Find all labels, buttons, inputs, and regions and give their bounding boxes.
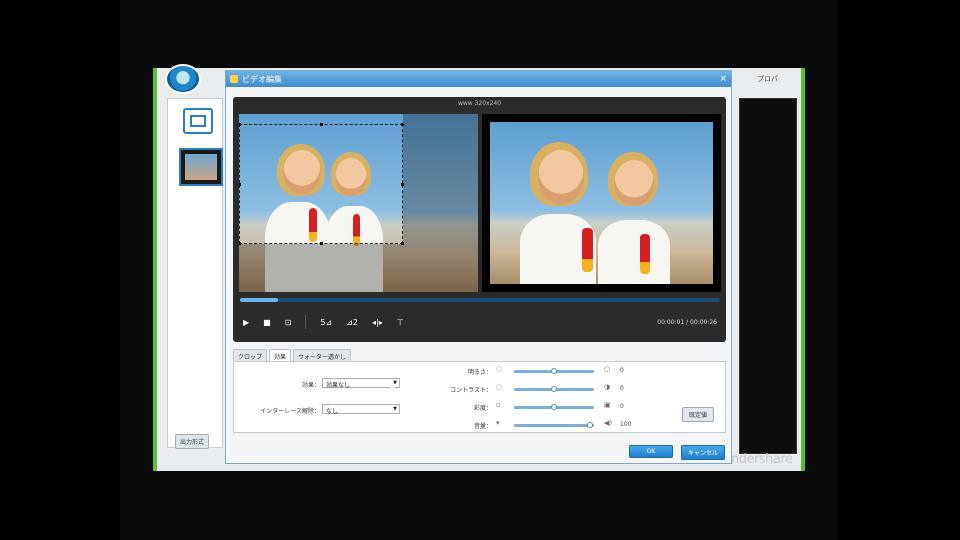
chevron-down-icon: ▼ xyxy=(393,406,397,412)
volume-label: 音量： xyxy=(473,423,492,430)
volume-value: 100 xyxy=(620,421,632,428)
default-button[interactable]: 既定値 xyxy=(682,407,715,422)
volume-slider[interactable] xyxy=(514,422,594,428)
separator xyxy=(305,315,307,329)
slider-handle[interactable] xyxy=(551,404,557,410)
slider-handle[interactable] xyxy=(551,368,557,374)
effect-label: 効果： xyxy=(301,382,320,389)
properties-tab[interactable]: プロパ xyxy=(757,74,778,84)
dialog-title: ビデオ編集 xyxy=(242,74,282,84)
saturation-low-icon: ▫ xyxy=(496,401,501,409)
output-preview xyxy=(482,114,721,292)
time-display: 00:00:01 / 00:00:26 xyxy=(657,318,717,326)
deinterlace-label: インターレース解除： xyxy=(260,408,320,415)
saturation-value: 0 xyxy=(620,403,624,410)
time-current: 00:00:01 xyxy=(657,318,685,326)
stop-icon[interactable]: ■ xyxy=(263,318,271,327)
playback-controls: ▶ ■ ⊡ 5⊿ ⊿2 ◂|▸ ⊤ 00:00:01 / 00:00:26 xyxy=(243,311,717,333)
time-total: 00:00:26 xyxy=(690,318,717,326)
contrast-low-icon: ◌ xyxy=(496,383,503,391)
effect-select-value: 効果なし xyxy=(326,382,351,389)
dialog-app-icon xyxy=(230,75,238,83)
rotate-left-icon[interactable]: 5⊿ xyxy=(320,318,332,327)
brightness-low-icon: ◌ xyxy=(496,365,503,373)
ok-button[interactable]: OK xyxy=(629,445,673,458)
close-icon[interactable]: × xyxy=(719,74,727,84)
video-thumbnail[interactable] xyxy=(179,148,223,186)
saturation-label: 彩度： xyxy=(473,405,492,412)
contrast-value: 0 xyxy=(620,385,624,392)
cancel-button[interactable]: キャンセル xyxy=(681,445,725,460)
volume-low-icon: ▾ xyxy=(496,419,500,427)
seek-bar[interactable] xyxy=(240,298,720,302)
brightness-high-icon: ○ xyxy=(604,365,611,373)
brightness-value: 0 xyxy=(620,367,624,374)
flip-vertical-icon[interactable]: ⊤ xyxy=(397,318,404,327)
right-preview-panel xyxy=(739,98,797,454)
brightness-slider[interactable] xyxy=(514,368,594,374)
output-format-button[interactable]: 出力形式 xyxy=(175,434,210,449)
video-edit-dialog: ビデオ編集 × www 320x240 ▶ ■ ⊡ 5⊿ ⊿2 ◂|▸ ⊤ 00… xyxy=(225,70,732,464)
dialog-titlebar: ビデオ編集 × xyxy=(226,71,731,87)
resolution-label: www 320x240 xyxy=(457,100,502,107)
saturation-slider[interactable] xyxy=(514,404,594,410)
original-preview[interactable] xyxy=(239,114,478,292)
contrast-high-icon: ◑ xyxy=(604,383,611,391)
rotate-right-icon[interactable]: ⊿2 xyxy=(346,318,358,327)
saturation-high-icon: ▣ xyxy=(604,401,611,409)
speaker-icon: ◀) xyxy=(604,419,613,427)
contrast-slider[interactable] xyxy=(514,386,594,392)
deinterlace-select[interactable]: なし ▼ xyxy=(322,404,400,415)
play-icon[interactable]: ▶ xyxy=(243,318,249,327)
slider-handle[interactable] xyxy=(551,386,557,392)
preview-area: www 320x240 ▶ ■ ⊡ 5⊿ ⊿2 ◂|▸ ⊤ 00:00:01 /… xyxy=(233,97,726,342)
file-thumbnail-icon[interactable] xyxy=(183,108,213,134)
slider-handle[interactable] xyxy=(587,422,593,428)
contrast-label: コントラスト： xyxy=(450,387,492,394)
snapshot-icon[interactable]: ⊡ xyxy=(285,318,292,327)
effect-panel: 効果： 効果なし ▼ インターレース解除： なし ▼ 明るさ： ◌ ○ 0 コントラ… xyxy=(233,361,726,433)
app-logo-icon xyxy=(165,64,201,94)
brightness-label: 明るさ： xyxy=(467,369,492,376)
deinterlace-select-value: なし xyxy=(326,408,339,415)
crop-box[interactable] xyxy=(239,123,404,245)
flip-horizontal-icon[interactable]: ◂|▸ xyxy=(372,318,383,327)
